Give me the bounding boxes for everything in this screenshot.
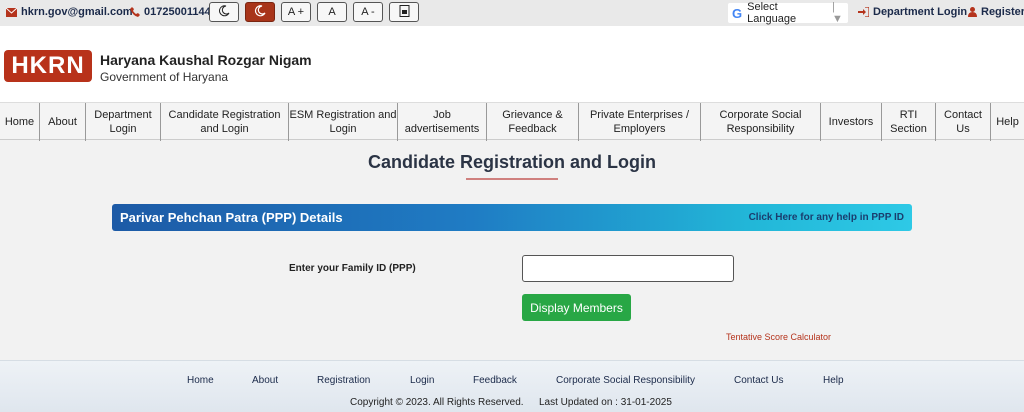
moon-outline-icon bbox=[218, 4, 230, 20]
title-underline bbox=[466, 178, 558, 180]
site-footer: Home About Registration Login Feedback C… bbox=[0, 360, 1024, 412]
display-members-button[interactable]: Display Members bbox=[522, 294, 631, 321]
hkrn-logo[interactable]: HKRN bbox=[4, 50, 92, 82]
font-increase-button[interactable]: A + bbox=[281, 2, 311, 22]
tentative-score-calculator-link[interactable]: Tentative Score Calculator bbox=[726, 332, 831, 342]
org-name: Haryana Kaushal Rozgar Nigam bbox=[100, 52, 312, 68]
sign-in-icon bbox=[858, 7, 869, 17]
nav-item-home[interactable]: Home bbox=[0, 103, 40, 141]
main-nav: Home About Department Login Candidate Re… bbox=[0, 102, 1024, 141]
nav-item-contact[interactable]: Contact Us bbox=[936, 103, 991, 141]
nav-item-help[interactable]: Help bbox=[991, 103, 1024, 141]
nav-item-about[interactable]: About bbox=[40, 103, 86, 141]
footer-link-csr[interactable]: Corporate Social Responsibility bbox=[556, 375, 695, 386]
nav-item-candidate-registration[interactable]: Candidate Registration and Login bbox=[161, 103, 289, 141]
department-login-label: Department Login bbox=[873, 6, 968, 18]
page-title: Candidate Registration and Login bbox=[367, 152, 656, 172]
copyright-text: Copyright © 2023. All Rights Reserved. bbox=[350, 397, 524, 408]
footer-link-feedback[interactable]: Feedback bbox=[473, 375, 517, 386]
moon-icon bbox=[254, 4, 266, 20]
light-theme-button[interactable] bbox=[209, 2, 239, 22]
email-text: hkrn.gov@gmail.com bbox=[21, 6, 133, 18]
footer-link-login[interactable]: Login bbox=[410, 375, 434, 386]
envelope-icon bbox=[6, 7, 17, 17]
register-label: Register bbox=[981, 6, 1024, 18]
ppp-help-link[interactable]: Click Here for any help in PPP ID bbox=[749, 212, 904, 223]
family-id-label: Enter your Family ID (PPP) bbox=[289, 263, 416, 274]
phone-text: 01725001144 bbox=[144, 6, 211, 18]
nav-item-department-login[interactable]: Department Login bbox=[86, 103, 161, 141]
nav-item-rti[interactable]: RTI Section bbox=[882, 103, 936, 141]
ppp-title: Parivar Pehchan Patra (PPP) Details bbox=[120, 210, 343, 225]
accessibility-button[interactable] bbox=[389, 2, 419, 22]
user-icon bbox=[968, 7, 977, 17]
email-contact[interactable]: hkrn.gov@gmail.com bbox=[6, 6, 133, 18]
department-login-link[interactable]: Department Login bbox=[858, 6, 967, 18]
footer-link-help[interactable]: Help bbox=[823, 375, 844, 386]
nav-item-private-enterprises[interactable]: Private Enterprises / Employers bbox=[579, 103, 701, 141]
nav-item-csr[interactable]: Corporate Social Responsibility bbox=[701, 103, 821, 141]
dark-theme-button[interactable] bbox=[245, 2, 275, 22]
nav-item-job-advertisements[interactable]: Job advertisements bbox=[398, 103, 487, 141]
nav-item-grievance[interactable]: Grievance & Feedback bbox=[487, 103, 579, 141]
font-decrease-button[interactable]: A - bbox=[353, 2, 383, 22]
nav-item-esm-registration[interactable]: ESM Registration and Login bbox=[289, 103, 398, 141]
ppp-section-header: Parivar Pehchan Patra (PPP) Details Clic… bbox=[112, 204, 912, 231]
family-id-input[interactable] bbox=[522, 255, 734, 282]
nav-item-investors[interactable]: Investors bbox=[821, 103, 882, 141]
phone-contact[interactable]: 01725001144 bbox=[130, 6, 211, 18]
document-icon bbox=[399, 4, 410, 20]
font-normal-button[interactable]: A bbox=[317, 2, 347, 22]
dropdown-arrow-icon: | ▼ bbox=[831, 1, 843, 25]
org-subtitle: Government of Haryana bbox=[100, 70, 229, 84]
language-select-label: Select Language bbox=[747, 1, 797, 25]
footer-link-registration[interactable]: Registration bbox=[317, 375, 370, 386]
top-bar: hkrn.gov@gmail.com 01725001144 A + A A -… bbox=[0, 0, 1024, 26]
phone-icon bbox=[130, 7, 140, 17]
site-header: HKRN Haryana Kaushal Rozgar Nigam Govern… bbox=[0, 26, 1024, 102]
footer-link-home[interactable]: Home bbox=[187, 375, 214, 386]
language-select[interactable]: G Select Language | ▼ bbox=[728, 1, 848, 25]
google-icon: G bbox=[732, 5, 743, 21]
footer-link-about[interactable]: About bbox=[252, 375, 278, 386]
register-link[interactable]: Register bbox=[968, 6, 1024, 18]
last-updated-text: Last Updated on : 31-01-2025 bbox=[539, 397, 672, 408]
footer-link-contact[interactable]: Contact Us bbox=[734, 375, 783, 386]
